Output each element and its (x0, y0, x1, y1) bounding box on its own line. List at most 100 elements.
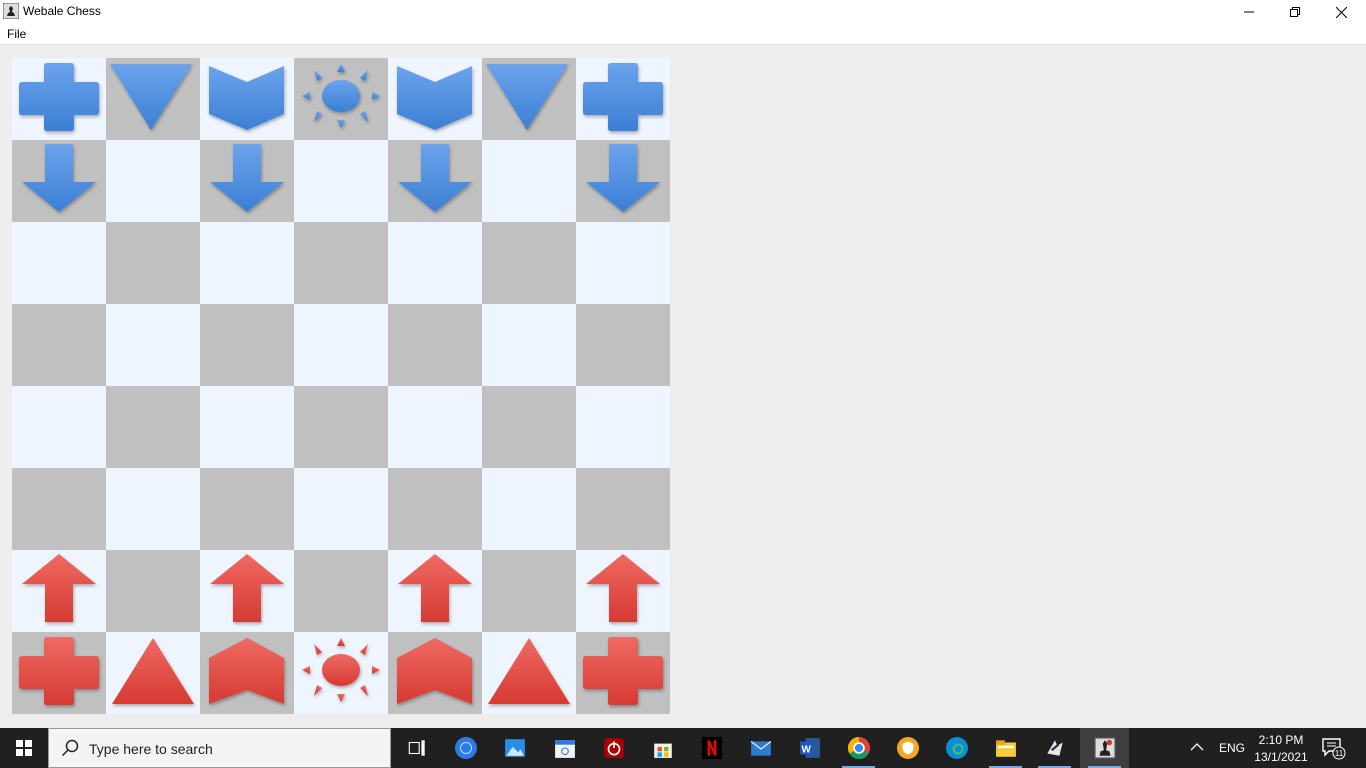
board-square[interactable] (12, 222, 106, 304)
red-arrow-piece[interactable] (576, 550, 670, 632)
red-sun-piece[interactable] (294, 632, 388, 714)
board-square[interactable] (576, 386, 670, 468)
board-square[interactable] (294, 632, 388, 714)
board-square[interactable] (482, 140, 576, 222)
taskbar-calendar-button[interactable] (540, 728, 589, 768)
board-square[interactable] (576, 468, 670, 550)
board-square[interactable] (294, 222, 388, 304)
taskbar-vpn-shield-button[interactable] (883, 728, 932, 768)
board-square[interactable] (388, 222, 482, 304)
taskbar-search-box[interactable]: Type here to search (48, 728, 391, 768)
board-square[interactable] (294, 386, 388, 468)
board-square[interactable] (388, 304, 482, 386)
red-triangle-piece[interactable] (106, 632, 200, 714)
board-square[interactable] (482, 222, 576, 304)
taskbar-eclipse-button[interactable] (1030, 728, 1079, 768)
board-square[interactable] (12, 58, 106, 140)
red-chevron-piece[interactable] (200, 632, 294, 714)
board-square[interactable] (12, 140, 106, 222)
red-cross-piece[interactable] (576, 632, 670, 714)
taskbar-store-button[interactable] (638, 728, 687, 768)
board-square[interactable] (576, 140, 670, 222)
board-square[interactable] (12, 632, 106, 714)
board-square[interactable] (294, 304, 388, 386)
board-square[interactable] (294, 58, 388, 140)
notifications-icon[interactable]: 11 (1322, 738, 1346, 760)
board-square[interactable] (576, 550, 670, 632)
clock[interactable]: 2:10 PM 13/1/2021 (1248, 732, 1314, 766)
minimize-button[interactable] (1226, 0, 1272, 24)
blue-arrow-piece[interactable] (388, 140, 482, 222)
red-chevron-piece[interactable] (388, 632, 482, 714)
board-square[interactable] (12, 304, 106, 386)
board-square[interactable] (200, 58, 294, 140)
board-square[interactable] (106, 550, 200, 632)
board-square[interactable] (576, 304, 670, 386)
board-square[interactable] (200, 550, 294, 632)
board-square[interactable] (106, 632, 200, 714)
menu-file[interactable]: File (6, 27, 27, 41)
taskbar-netflix-button[interactable] (687, 728, 736, 768)
taskbar-photos-button[interactable] (490, 728, 539, 768)
board-square[interactable] (294, 550, 388, 632)
blue-arrow-piece[interactable] (12, 140, 106, 222)
language-indicator[interactable]: ENG (1219, 741, 1245, 755)
board-square[interactable] (294, 468, 388, 550)
board-square[interactable] (12, 468, 106, 550)
board-square[interactable] (106, 140, 200, 222)
taskbar-chrome-button[interactable] (834, 728, 883, 768)
blue-arrow-piece[interactable] (576, 140, 670, 222)
board-square[interactable] (106, 58, 200, 140)
blue-triangle-piece[interactable] (106, 58, 200, 140)
taskbar-power-app-button[interactable] (589, 728, 638, 768)
red-triangle-piece[interactable] (482, 632, 576, 714)
board-square[interactable] (482, 304, 576, 386)
board-square[interactable] (482, 386, 576, 468)
start-button[interactable] (0, 728, 48, 768)
board-square[interactable] (482, 550, 576, 632)
board-square[interactable] (106, 386, 200, 468)
board-square[interactable] (200, 386, 294, 468)
taskbar-task-view-button[interactable] (392, 728, 441, 768)
board-square[interactable] (576, 222, 670, 304)
board-square[interactable] (106, 222, 200, 304)
board-square[interactable] (200, 222, 294, 304)
blue-arrow-piece[interactable] (200, 140, 294, 222)
board-square[interactable] (388, 386, 482, 468)
red-arrow-piece[interactable] (12, 550, 106, 632)
close-button[interactable] (1318, 0, 1364, 24)
board-square[interactable] (388, 632, 482, 714)
board-square[interactable] (388, 550, 482, 632)
red-arrow-piece[interactable] (388, 550, 482, 632)
red-arrow-piece[interactable] (200, 550, 294, 632)
board-square[interactable] (106, 304, 200, 386)
taskbar-app-globe-button[interactable] (441, 728, 490, 768)
board-square[interactable] (482, 632, 576, 714)
blue-sun-piece[interactable] (294, 58, 388, 140)
board-square[interactable] (200, 468, 294, 550)
blue-cross-piece[interactable] (576, 58, 670, 140)
board-square[interactable] (388, 58, 482, 140)
taskbar-mail-button[interactable] (736, 728, 785, 768)
board-square[interactable] (482, 58, 576, 140)
board-square[interactable] (200, 304, 294, 386)
taskbar-webale-chess-button[interactable] (1080, 728, 1129, 768)
board-square[interactable] (388, 468, 482, 550)
blue-chevron-piece[interactable] (388, 58, 482, 140)
board-square[interactable] (200, 632, 294, 714)
board-square[interactable] (12, 550, 106, 632)
board-square[interactable] (106, 468, 200, 550)
board-square[interactable] (576, 632, 670, 714)
board-square[interactable] (294, 140, 388, 222)
taskbar-file-explorer-button[interactable] (981, 728, 1030, 768)
blue-chevron-piece[interactable] (200, 58, 294, 140)
board-square[interactable] (576, 58, 670, 140)
board-square[interactable] (200, 140, 294, 222)
taskbar-word-button[interactable]: W (785, 728, 834, 768)
taskbar-edge-button[interactable] (932, 728, 981, 768)
board-square[interactable] (482, 468, 576, 550)
restore-button[interactable] (1272, 0, 1318, 24)
board-square[interactable] (388, 140, 482, 222)
board-square[interactable] (12, 386, 106, 468)
red-cross-piece[interactable] (12, 632, 106, 714)
